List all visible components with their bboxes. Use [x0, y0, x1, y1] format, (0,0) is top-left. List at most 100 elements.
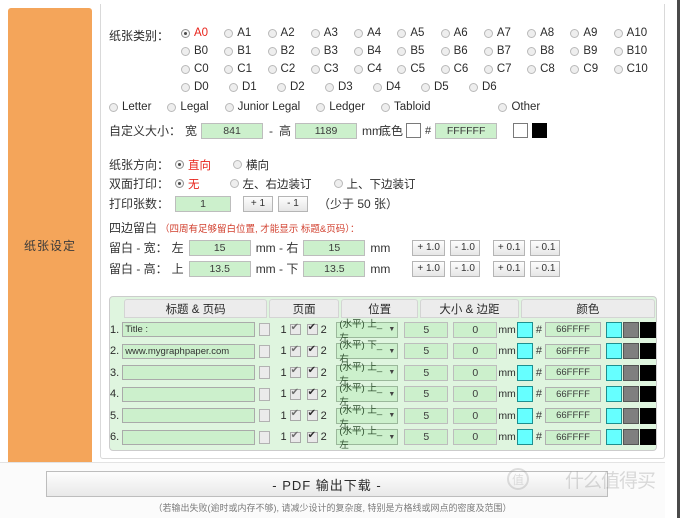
- page-2-checkbox[interactable]: [306, 387, 318, 400]
- color-hex-input[interactable]: [545, 429, 601, 445]
- paper-type-option-a6[interactable]: A6: [440, 27, 484, 39]
- paper-type-option-a2[interactable]: A2: [267, 27, 311, 39]
- paper-type-option-ledger[interactable]: Ledger: [316, 101, 365, 113]
- paper-type-option-b9[interactable]: B9: [570, 45, 613, 57]
- color-preview-swatch[interactable]: [516, 429, 533, 446]
- font-size-input[interactable]: [404, 343, 449, 360]
- color-preset-gray[interactable]: [623, 343, 639, 360]
- paper-type-option-d1[interactable]: D1: [229, 81, 277, 93]
- color-preset-black[interactable]: [640, 321, 656, 338]
- paper-type-option-b8[interactable]: B8: [527, 45, 570, 57]
- pdf-download-button[interactable]: - PDF 输出下载 -: [46, 471, 608, 497]
- title-input[interactable]: [122, 365, 256, 381]
- paper-type-option-c2[interactable]: C2: [267, 63, 311, 75]
- page-1-checkbox[interactable]: [289, 387, 301, 400]
- color-preset-cyan[interactable]: [606, 429, 622, 446]
- font-size-input[interactable]: [404, 429, 449, 446]
- color-hex-input[interactable]: [545, 343, 601, 359]
- margin-width-plus01-button[interactable]: + 0.1: [492, 239, 526, 256]
- offset-input[interactable]: [453, 364, 498, 381]
- title-input[interactable]: [122, 386, 256, 402]
- color-preview-swatch[interactable]: [516, 321, 533, 338]
- color-preset-gray[interactable]: [623, 386, 639, 403]
- color-preset-black[interactable]: [640, 386, 656, 403]
- height-input[interactable]: [295, 122, 358, 139]
- color-preset-cyan[interactable]: [606, 321, 622, 338]
- paper-type-option-d6[interactable]: D6: [469, 81, 517, 93]
- paper-type-option-b6[interactable]: B6: [440, 45, 484, 57]
- position-select[interactable]: (水平) 上_左 ▼: [336, 319, 399, 344]
- page-1-checkbox[interactable]: [289, 344, 301, 357]
- color-preset-gray[interactable]: [623, 407, 639, 424]
- color-preview-swatch[interactable]: [516, 407, 533, 424]
- paper-type-option-c9[interactable]: C9: [570, 63, 613, 75]
- font-size-input[interactable]: [404, 386, 449, 403]
- paper-type-option-c10[interactable]: C10: [613, 63, 657, 75]
- page-2-checkbox[interactable]: [306, 365, 318, 379]
- paper-type-option-d5[interactable]: D5: [421, 81, 469, 93]
- offset-input[interactable]: [453, 321, 498, 338]
- title-input[interactable]: [122, 343, 256, 359]
- copies-plus-button[interactable]: + 1: [243, 195, 274, 212]
- page-2-checkbox[interactable]: [306, 322, 318, 336]
- copies-minus-button[interactable]: - 1: [278, 195, 309, 212]
- preset-black-swatch[interactable]: [532, 123, 548, 138]
- font-size-input[interactable]: [404, 364, 449, 381]
- margin-width-plus1-button[interactable]: + 1.0: [412, 239, 445, 256]
- page-2-checkbox[interactable]: [306, 408, 318, 422]
- paper-type-option-c3[interactable]: C3: [310, 63, 354, 75]
- color-preset-cyan[interactable]: [606, 386, 622, 403]
- color-hex-input[interactable]: [545, 322, 601, 338]
- paper-type-option-junior-legal[interactable]: Junior Legal: [224, 101, 300, 113]
- page-1-checkbox[interactable]: [289, 408, 301, 422]
- offset-input[interactable]: [453, 429, 498, 446]
- color-hex-input[interactable]: [545, 365, 601, 381]
- paper-type-option-c0[interactable]: C0: [181, 63, 224, 75]
- background-hex-input[interactable]: [435, 122, 498, 139]
- paper-type-option-b0[interactable]: B0: [181, 45, 224, 57]
- position-select[interactable]: (水平) 上_左 ▼: [336, 426, 399, 451]
- offset-input[interactable]: [453, 343, 498, 360]
- page-1-checkbox[interactable]: [289, 365, 301, 379]
- color-hex-input[interactable]: [545, 408, 601, 424]
- title-input[interactable]: [122, 322, 256, 338]
- paper-type-option-b4[interactable]: B4: [354, 45, 397, 57]
- paper-type-option-a5[interactable]: A5: [397, 27, 440, 39]
- paper-type-option-d4[interactable]: D4: [373, 81, 421, 93]
- paper-type-option-b5[interactable]: B5: [397, 45, 440, 57]
- color-preset-black[interactable]: [640, 364, 656, 381]
- paper-type-option-a10[interactable]: A10: [613, 27, 657, 39]
- color-preview-swatch[interactable]: [516, 386, 533, 403]
- page-1-checkbox[interactable]: [289, 430, 301, 443]
- title-toggle-box[interactable]: [259, 344, 270, 358]
- margin-width-minus1-button[interactable]: - 1.0: [449, 239, 480, 256]
- color-preset-cyan[interactable]: [606, 407, 622, 424]
- orientation-option-landscape[interactable]: 横向: [233, 157, 269, 173]
- font-size-input[interactable]: [404, 321, 449, 338]
- paper-type-option-a8[interactable]: A8: [527, 27, 570, 39]
- duplex-option-none[interactable]: 无: [175, 176, 200, 192]
- paper-type-option-a7[interactable]: A7: [483, 27, 527, 39]
- margin-bottom-input[interactable]: [303, 260, 366, 277]
- paper-type-option-c5[interactable]: C5: [397, 63, 440, 75]
- position-select[interactable]: (水平) 上_左 ▼: [336, 383, 399, 408]
- paper-type-option-d3[interactable]: D3: [325, 81, 373, 93]
- background-color-swatch[interactable]: [406, 123, 422, 138]
- paper-type-option-other[interactable]: Other: [498, 101, 540, 113]
- margin-width-minus01-button[interactable]: - 0.1: [530, 239, 561, 256]
- position-select[interactable]: (水平) 下_右 ▼: [336, 340, 399, 365]
- duplex-option-tb[interactable]: 上、下边装订: [333, 176, 416, 192]
- margin-height-plus1-button[interactable]: + 1.0: [412, 260, 445, 277]
- paper-type-option-d0[interactable]: D0: [181, 81, 229, 93]
- sidebar-panel-paper-settings[interactable]: 纸张设定: [8, 8, 92, 483]
- title-input[interactable]: [122, 429, 256, 445]
- color-preset-gray[interactable]: [623, 429, 639, 446]
- font-size-input[interactable]: [404, 407, 449, 424]
- paper-type-option-legal[interactable]: Legal: [167, 101, 209, 113]
- paper-type-option-c1[interactable]: C1: [224, 63, 267, 75]
- paper-type-option-d2[interactable]: D2: [277, 81, 325, 93]
- paper-type-option-a4[interactable]: A4: [354, 27, 397, 39]
- orientation-option-portrait[interactable]: 直向: [175, 157, 211, 173]
- paper-type-option-b7[interactable]: B7: [483, 45, 527, 57]
- offset-input[interactable]: [453, 386, 498, 403]
